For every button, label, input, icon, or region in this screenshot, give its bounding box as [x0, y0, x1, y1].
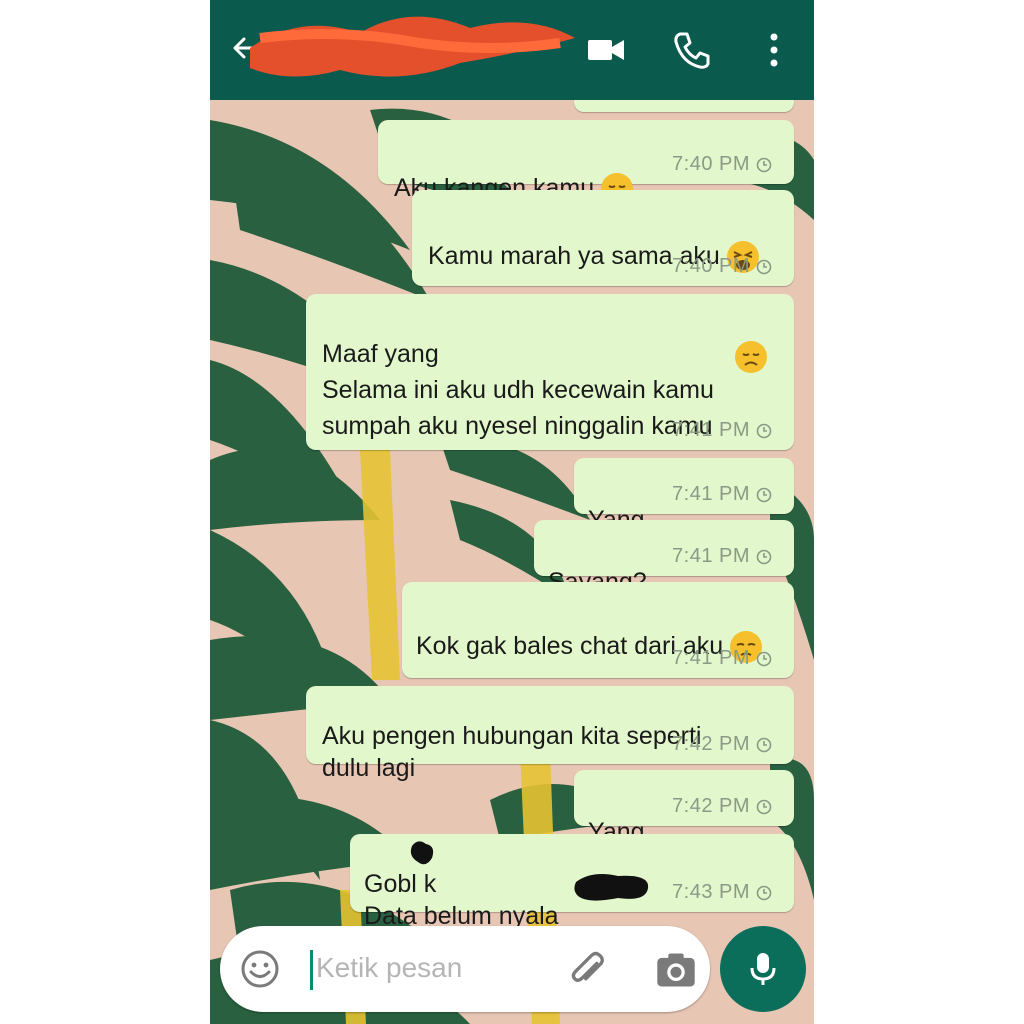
pending-clock-icon	[756, 487, 772, 502]
pending-clock-icon	[756, 259, 772, 274]
message-time: 7:40 PM	[672, 153, 750, 175]
more-vert-icon[interactable]	[752, 28, 796, 72]
message-time: 7:41 PM	[672, 419, 750, 441]
pending-clock-icon	[756, 651, 772, 666]
message-bubble[interactable]: Yang 7:42 PM	[574, 770, 794, 846]
camera-icon[interactable]	[654, 948, 698, 992]
message-bubble[interactable]: Aku kangen kamu 7:40 PM	[378, 120, 794, 206]
disappointed-face-icon	[735, 341, 767, 373]
pending-clock-icon	[756, 549, 772, 564]
text-cursor	[310, 950, 313, 990]
message-bubble[interactable]: Yang 7:41 PM	[574, 458, 794, 534]
chat-header	[210, 0, 814, 100]
emoji-icon[interactable]	[240, 949, 280, 989]
redaction-blot-icon	[410, 841, 434, 865]
message-bubble[interactable]: Gobl k Data belum nyala 7:43 PM	[350, 834, 794, 930]
pending-clock-icon	[756, 737, 772, 752]
message-text: Maaf yang Selama ini aku udh kecewain ka…	[322, 340, 714, 440]
message-bubble[interactable]: Aku pengen hubungan kita seperti dulu la…	[306, 686, 794, 782]
message-bubble[interactable]: Kok gak bales chat dari aku 7:41 PM	[402, 582, 794, 678]
message-bubble[interactable]: Sayang? 7:41 PM	[534, 520, 794, 596]
message-time: 7:40 PM	[672, 255, 750, 277]
message-time: 7:41 PM	[672, 483, 750, 505]
message-input-bar: Ketik pesan	[220, 926, 710, 1012]
redaction-blot-icon	[574, 874, 649, 901]
message-text: Gobl k Data belum nyala	[364, 870, 559, 930]
pending-clock-icon	[756, 885, 772, 900]
mic-button[interactable]	[720, 926, 806, 1012]
message-input[interactable]: Ketik pesan	[316, 952, 462, 984]
message-bubble[interactable]: Kamu marah ya sama aku 7:40 PM	[412, 190, 794, 286]
phone-icon[interactable]	[670, 28, 714, 72]
message-time: 7:41 PM	[672, 545, 750, 567]
mic-icon	[750, 953, 776, 985]
message-time: 7:43 PM	[672, 881, 750, 903]
video-call-icon[interactable]	[584, 28, 628, 72]
message-bubble[interactable]: Maaf yang Selama ini aku udh kecewain ka…	[306, 294, 794, 450]
pending-clock-icon	[756, 423, 772, 438]
redaction-scribble-icon	[250, 16, 575, 77]
chat-screen: Aku kangen kamu 7:40 PM Kamu marah ya sa…	[210, 0, 814, 1024]
pending-clock-icon	[756, 157, 772, 172]
pending-clock-icon	[756, 799, 772, 814]
message-time: 7:42 PM	[672, 733, 750, 755]
message-time: 7:41 PM	[672, 647, 750, 669]
attach-icon[interactable]	[566, 948, 610, 992]
message-time: 7:42 PM	[672, 795, 750, 817]
